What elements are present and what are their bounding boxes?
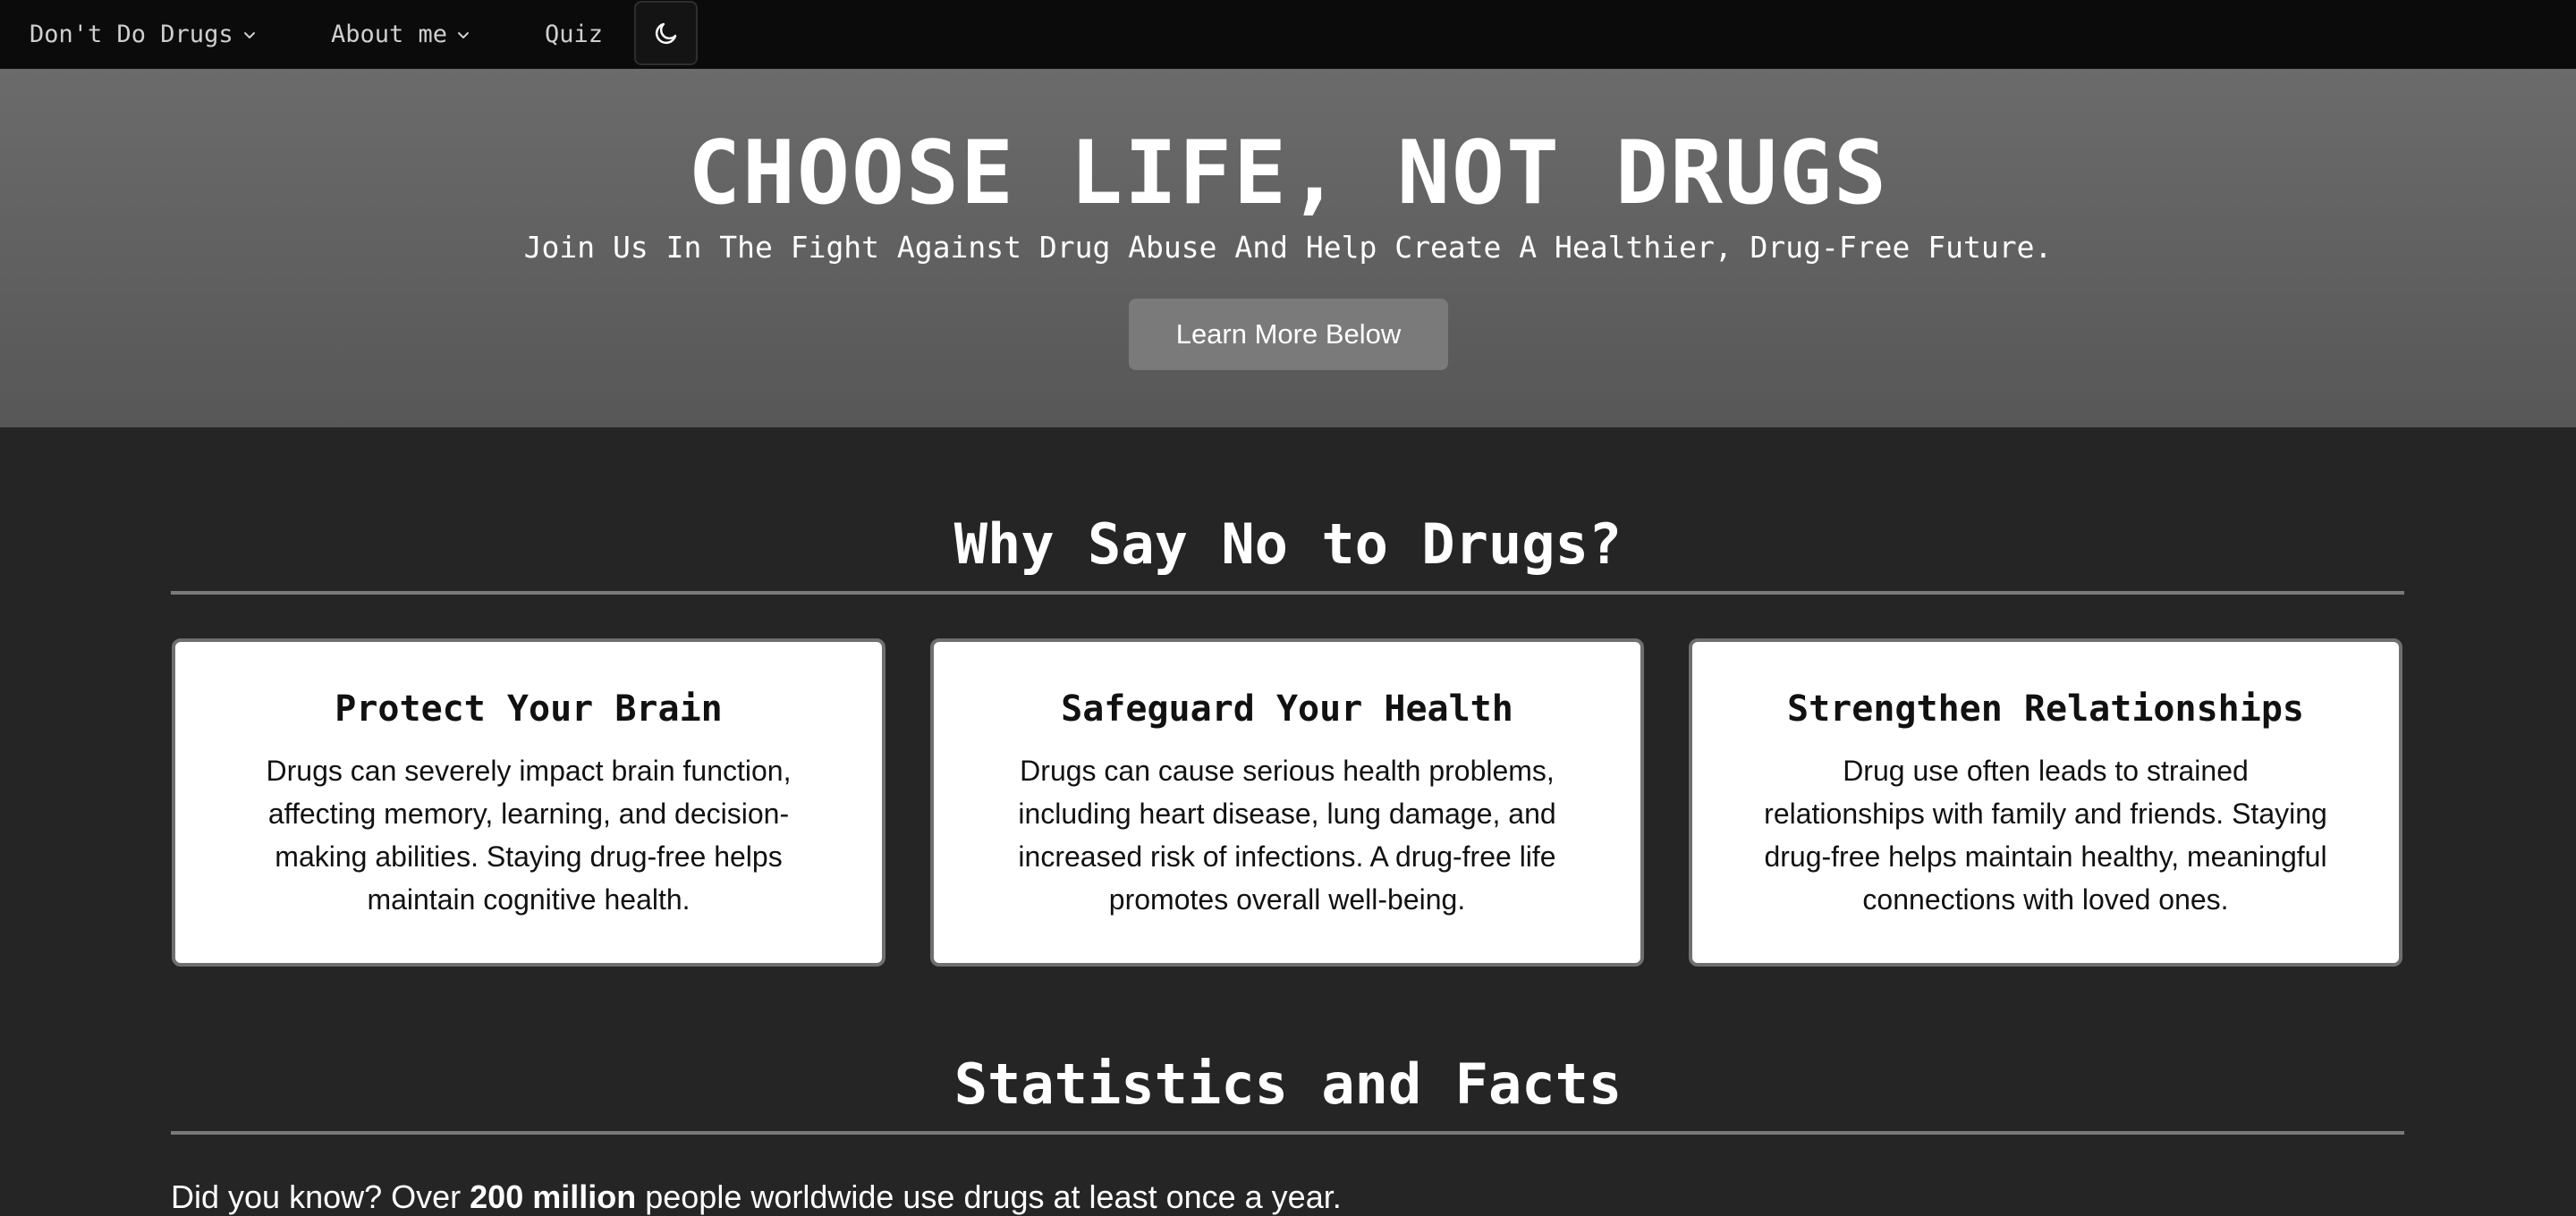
card-title: Safeguard Your Health <box>1061 688 1513 730</box>
nav-dropdown-dont-do-drugs[interactable]: Don't Do Drugs <box>30 0 257 69</box>
nav-dropdown-about-me[interactable]: About me <box>331 0 470 69</box>
theme-toggle-button[interactable] <box>634 1 698 65</box>
nav-dropdown-label: About me <box>331 21 448 48</box>
card-text: Drugs can cause serious health problems,… <box>1018 755 1556 916</box>
section-divider <box>171 1131 2404 1135</box>
nav-link-label: Quiz <box>545 21 604 48</box>
fact-highlight: 200 million <box>470 1178 637 1215</box>
moon-icon <box>655 22 676 45</box>
fact-suffix: people worldwide use drugs at least once… <box>636 1178 1342 1215</box>
hero-subtitle: Join Us In The Fight Against Drug Abuse … <box>523 230 2053 265</box>
hero-section: CHOOSE LIFE, NOT DRUGS Join Us In The Fi… <box>0 69 2576 427</box>
nav-dropdown-label: Don't Do Drugs <box>30 21 233 48</box>
card-strengthen-relationships: Strengthen Relationships Drug use often … <box>1689 638 2402 967</box>
chevron-down-icon <box>243 31 255 38</box>
top-navbar: Don't Do Drugs About me Quiz <box>0 0 2576 69</box>
card-text: Drug use often leads to strained relatio… <box>1764 755 2327 916</box>
fact-prefix: Did you know? Over <box>171 1178 470 1215</box>
card-title: Strengthen Relationships <box>1787 688 2304 730</box>
nav-link-quiz[interactable]: Quiz <box>545 0 603 69</box>
card-title: Protect Your Brain <box>335 688 723 730</box>
stats-fact-text: Did you know? Over 200 million people wo… <box>171 1178 1342 1216</box>
chevron-down-icon <box>458 31 470 38</box>
section-divider <box>171 591 2404 595</box>
card-safeguard-health: Safeguard Your Health Drugs can cause se… <box>930 638 1644 967</box>
card-protect-brain: Protect Your Brain Drugs can severely im… <box>172 638 886 967</box>
why-section-title: Why Say No to Drugs? <box>953 511 1623 577</box>
learn-more-button[interactable]: Learn More Below <box>1129 299 1448 370</box>
card-text: Drugs can severely impact brain function… <box>266 755 792 916</box>
hero-title: CHOOSE LIFE, NOT DRUGS <box>687 122 1889 224</box>
stats-section-title: Statistics and Facts <box>953 1051 1623 1117</box>
